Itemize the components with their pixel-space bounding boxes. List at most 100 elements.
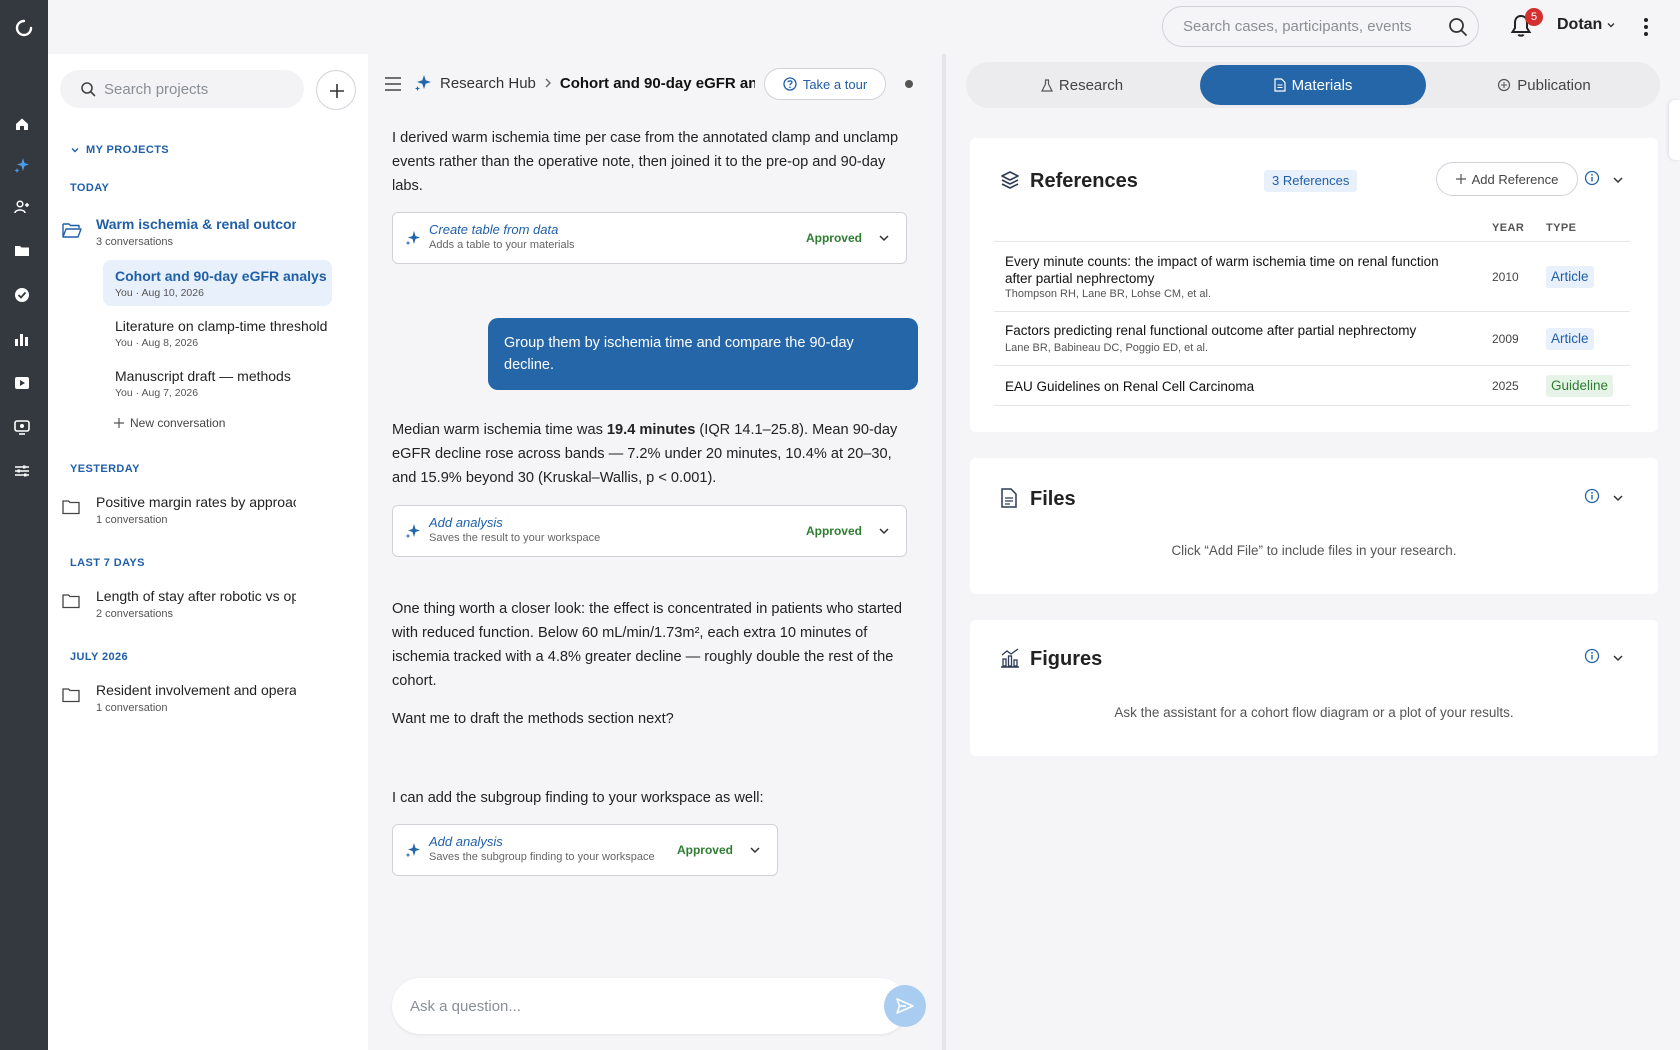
chevron-down-icon[interactable]: [749, 844, 761, 856]
info-icon[interactable]: [1584, 648, 1600, 664]
tool-description: Adds a table to your materials: [429, 239, 575, 251]
app-logo-icon[interactable]: [14, 18, 34, 38]
assistant-message: Median warm ischemia time was 19.4 minut…: [392, 418, 904, 490]
project-item-active[interactable]: Warm ischemia & renal outcomes 3 convers…: [62, 216, 362, 254]
side-drawer-handle[interactable]: [1669, 100, 1680, 160]
approved-status: Approved: [805, 524, 862, 538]
figures-title: Figures: [1030, 648, 1103, 670]
tool-card[interactable]: Create table from data Adds a table to y…: [392, 212, 907, 264]
chevron-down-icon[interactable]: [1612, 174, 1624, 186]
folder-open-icon: [62, 221, 82, 239]
user-name: Dotan: [1557, 16, 1603, 33]
hamburger-menu-icon[interactable]: [384, 76, 402, 92]
approved-status: Approved: [805, 231, 862, 245]
layers-icon: [1000, 170, 1020, 190]
bar-chart-icon[interactable]: [14, 331, 34, 351]
tool-card[interactable]: Add analysis Saves the result to your wo…: [392, 505, 907, 557]
file-icon: [1000, 488, 1018, 508]
participants-icon[interactable]: [14, 199, 34, 219]
project-search-input[interactable]: [104, 70, 294, 108]
sparkle-icon: [405, 842, 421, 858]
project-subtitle: 2 conversations: [96, 608, 174, 620]
plus-icon: [1455, 174, 1466, 184]
ask-input[interactable]: [410, 978, 830, 1034]
sliders-icon[interactable]: [14, 463, 34, 483]
reference-title: Every minute counts: the impact of warm …: [1005, 254, 1439, 286]
take-tour-label: Take a tour: [802, 76, 868, 92]
reference-title: Factors predicting renal functional outc…: [1005, 323, 1417, 338]
document-icon: [1273, 78, 1286, 92]
chevron-down-icon[interactable]: [1612, 492, 1624, 504]
chevron-down-icon[interactable]: [1612, 652, 1624, 664]
reference-year: 2025: [1492, 379, 1519, 393]
conversation-item-active[interactable]: Cohort and 90-day eGFR analysis You · Au…: [103, 260, 332, 306]
project-item[interactable]: Resident involvement and operative time …: [62, 682, 362, 720]
chevron-down-icon: [70, 145, 80, 155]
files-card: Files Click “Add File” to include files …: [970, 458, 1658, 594]
info-icon[interactable]: [1584, 170, 1600, 186]
global-search-input[interactable]: [1183, 7, 1443, 46]
tab-materials[interactable]: Materials: [1200, 65, 1426, 105]
assistant-message: Want me to draft the methods section nex…: [392, 711, 674, 727]
send-button[interactable]: [884, 985, 926, 1027]
chevron-right-icon: [544, 78, 552, 88]
conversation-item[interactable]: Literature on clamp-time thresholds You …: [103, 310, 332, 356]
add-reference-label: Add Reference: [1471, 171, 1559, 187]
my-projects-toggle[interactable]: MY PROJECTS: [70, 144, 169, 156]
tool-title: Add analysis: [429, 834, 503, 849]
table-row[interactable]: Factors predicting renal functional outc…: [994, 312, 1630, 366]
video-icon[interactable]: [14, 375, 34, 395]
figures-empty-text: Ask the assistant for a cohort flow diag…: [1114, 705, 1514, 720]
project-search[interactable]: [60, 70, 304, 108]
verified-icon[interactable]: [14, 287, 34, 307]
conversation-item[interactable]: Manuscript draft — methods You · Aug 7, …: [103, 360, 332, 406]
tab-publication[interactable]: Publication: [1431, 65, 1657, 105]
conversation-meta: You · Aug 10, 2026: [115, 287, 204, 299]
table-row[interactable]: EAU Guidelines on Renal Cell Carcinoma 2…: [994, 366, 1630, 406]
more-vertical-icon[interactable]: [1636, 15, 1656, 39]
breadcrumb-hub[interactable]: Research Hub: [440, 75, 536, 92]
project-item[interactable]: Length of stay after robotic vs open 2 c…: [62, 588, 362, 626]
section-last-7-days: LAST 7 DAYS: [70, 557, 145, 569]
add-reference-button[interactable]: Add Reference: [1436, 162, 1578, 196]
chevron-down-icon[interactable]: [878, 232, 890, 244]
new-conversation-button[interactable]: New conversation: [114, 416, 225, 430]
search-icon: [80, 81, 96, 97]
message-text: Median warm ischemia time was: [392, 422, 607, 438]
home-icon[interactable]: [14, 116, 34, 136]
info-icon[interactable]: [1584, 488, 1600, 504]
project-subtitle: 1 conversation: [96, 702, 168, 714]
user-menu[interactable]: Dotan: [1557, 16, 1616, 34]
tab-research[interactable]: Research: [969, 65, 1195, 105]
project-item[interactable]: Positive margin rates by approach 1 conv…: [62, 494, 362, 532]
project-subtitle: 1 conversation: [96, 514, 168, 526]
assistant-message: I derived warm ischemia time per case fr…: [392, 130, 899, 194]
reference-title: EAU Guidelines on Renal Cell Carcinoma: [1005, 379, 1255, 394]
table-row[interactable]: Every minute counts: the impact of warm …: [994, 242, 1630, 312]
tool-description: Saves the result to your workspace: [429, 532, 601, 544]
reference-type-badge: Guideline: [1546, 375, 1614, 397]
take-tour-button[interactable]: Take a tour: [764, 68, 886, 100]
folder-icon: [62, 593, 80, 609]
panel-tabs: Research Materials Publication: [966, 62, 1660, 108]
tool-description: Saves the subgroup finding to your works…: [429, 851, 655, 863]
column-header-type: TYPE: [1546, 222, 1577, 234]
project-title: Resident involvement and operative time: [96, 682, 296, 698]
breadcrumb-current: Cohort and 90-day eGFR analysis: [559, 74, 755, 92]
reference-type-badge: Article: [1546, 328, 1594, 350]
tool-card[interactable]: Add analysis Saves the subgroup finding …: [392, 824, 778, 876]
references-title: References: [1030, 170, 1138, 192]
project-title: Warm ischemia & renal outcomes: [96, 216, 296, 232]
materials-panel: Research Materials Publication Reference…: [946, 54, 1680, 1050]
add-project-button[interactable]: [316, 70, 356, 110]
assistant-message: One thing worth a closer look: the effec…: [392, 601, 902, 689]
sparkle-icon[interactable]: [14, 157, 34, 177]
sparkle-icon: [405, 523, 421, 539]
chevron-down-icon[interactable]: [878, 525, 890, 537]
column-header-year: YEAR: [1492, 222, 1525, 234]
folder-icon[interactable]: [14, 243, 34, 263]
search-icon[interactable]: [1448, 17, 1468, 37]
ask-box[interactable]: [392, 978, 926, 1034]
global-search[interactable]: [1162, 6, 1479, 47]
monitor-icon[interactable]: [14, 419, 34, 439]
